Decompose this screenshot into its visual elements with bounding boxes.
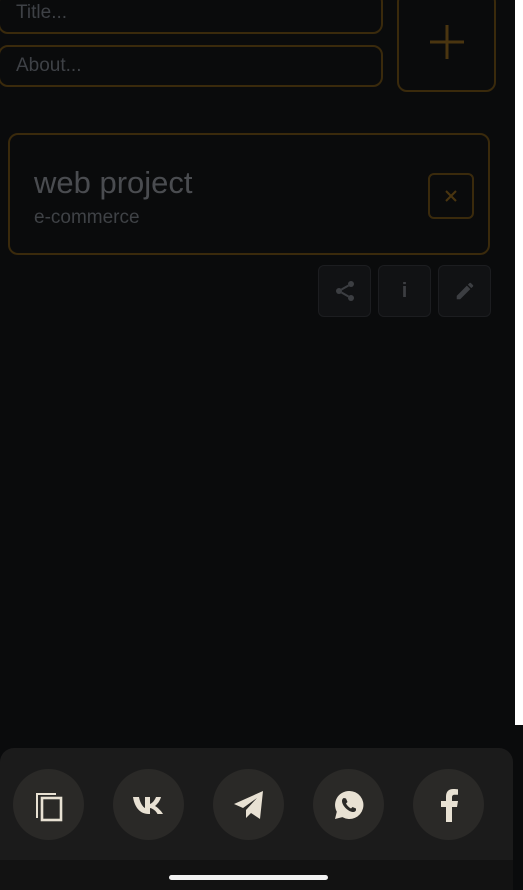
copy-icon <box>35 792 62 821</box>
about-input[interactable] <box>0 45 383 87</box>
whatsapp-icon <box>334 790 363 819</box>
share-button[interactable] <box>318 265 371 317</box>
app-screen: web project e-commerce i <box>0 0 515 890</box>
vk-icon <box>132 796 163 814</box>
facebook-share-button[interactable] <box>413 769 484 840</box>
pencil-icon <box>456 282 473 300</box>
project-title: web project <box>34 165 193 200</box>
add-project-button[interactable] <box>397 0 496 92</box>
facebook-icon <box>440 788 458 822</box>
telegram-share-button[interactable] <box>213 769 284 840</box>
info-icon: i <box>401 279 408 302</box>
delete-project-button[interactable] <box>428 173 474 219</box>
right-edge <box>515 725 523 890</box>
vk-share-button[interactable] <box>113 769 184 840</box>
system-navigation-bar <box>0 860 513 890</box>
edit-button[interactable] <box>438 265 491 317</box>
info-button[interactable]: i <box>378 265 431 317</box>
close-icon <box>445 190 457 202</box>
plus-icon <box>429 25 464 59</box>
project-card[interactable]: web project e-commerce <box>8 133 490 255</box>
project-subtitle: e-commerce <box>34 207 140 228</box>
home-indicator[interactable] <box>169 875 328 880</box>
telegram-icon <box>233 790 263 819</box>
scrollbar-track <box>515 0 523 725</box>
title-input[interactable] <box>0 0 383 34</box>
share-icon <box>335 281 354 301</box>
share-sheet <box>0 748 513 890</box>
copy-button[interactable] <box>13 769 84 840</box>
whatsapp-share-button[interactable] <box>313 769 384 840</box>
